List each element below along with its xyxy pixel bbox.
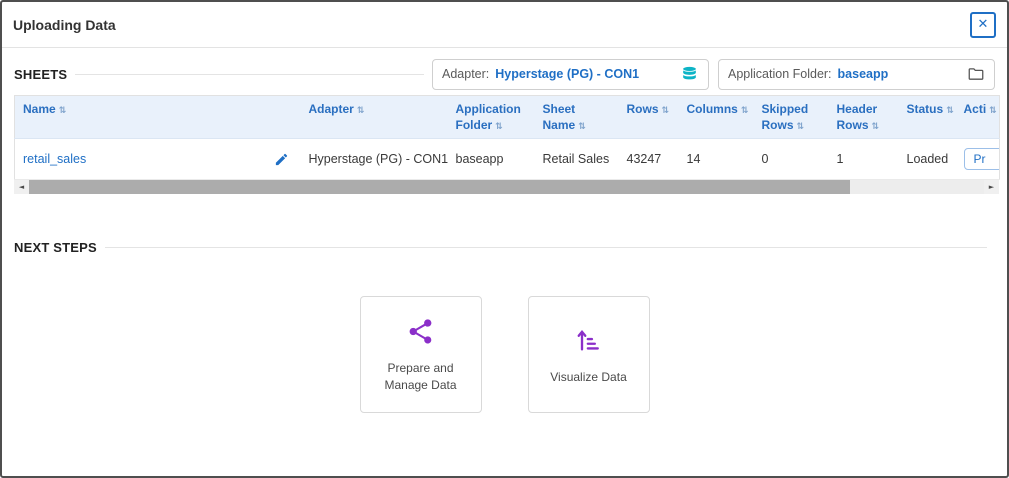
sort-icon[interactable]: ⇅ (662, 106, 670, 116)
sort-icon[interactable]: ⇅ (357, 106, 365, 116)
column-header-name[interactable]: Name⇅ (15, 96, 301, 139)
column-header-status[interactable]: Status⇅ (899, 96, 956, 139)
next-steps-section-header: NEXT STEPS (14, 240, 995, 255)
adapter-picker-label: Adapter: (442, 67, 489, 81)
close-button[interactable]: ✕ (970, 12, 996, 38)
sheets-section-label: SHEETS (14, 67, 67, 82)
cell-sheet-name: Retail Sales (535, 139, 619, 180)
scrollbar-thumb[interactable] (29, 180, 850, 194)
cell-application-folder: baseapp (448, 139, 535, 180)
sort-icon[interactable]: ⇅ (495, 122, 503, 132)
cell-rows: 43247 (619, 139, 679, 180)
sheets-section-header: SHEETS Adapter: Hyperstage (PG) - CON1 A… (14, 58, 995, 90)
column-header-columns[interactable]: Columns⇅ (679, 96, 754, 139)
column-header-adapter[interactable]: Adapter⇅ (301, 96, 448, 139)
dialog-title: Uploading Data (13, 17, 116, 33)
next-steps-cards: Prepare and Manage Data Visualize Data (14, 296, 995, 413)
sheets-table: Name⇅ Adapter⇅ Application Folder⇅ Sheet… (14, 95, 1000, 180)
column-header-skipped-rows[interactable]: Skipped Rows⇅ (754, 96, 829, 139)
cell-name: retail_sales (15, 139, 301, 180)
cell-skipped-rows: 0 (754, 139, 829, 180)
card-label: Visualize Data (550, 369, 627, 386)
card-label: Prepare and Manage Data (367, 360, 475, 394)
application-folder-value: baseapp (838, 67, 889, 81)
adapter-picker-value: Hyperstage (PG) - CON1 (495, 67, 639, 81)
sort-icon[interactable]: ⇅ (946, 106, 954, 116)
edit-icon[interactable] (274, 152, 289, 167)
bar-chart-arrow-icon (575, 324, 603, 356)
folder-icon (967, 65, 985, 83)
sort-icon[interactable]: ⇅ (578, 122, 586, 132)
section-divider (75, 74, 424, 75)
column-header-actions[interactable]: Acti⇅ (956, 96, 1000, 139)
column-header-header-rows[interactable]: Header Rows⇅ (829, 96, 899, 139)
uploading-data-dialog: Uploading Data ✕ SHEETS Adapter: Hyperst… (0, 0, 1009, 478)
next-steps-section-label: NEXT STEPS (14, 240, 97, 255)
dialog-titlebar: Uploading Data ✕ (2, 2, 1007, 48)
cell-adapter: Hyperstage (PG) - CON1 (301, 139, 448, 180)
sheet-name-link[interactable]: retail_sales (23, 152, 86, 166)
cell-status: Loaded (899, 139, 956, 180)
column-header-sheet-name[interactable]: Sheet Name⇅ (535, 96, 619, 139)
horizontal-scrollbar[interactable]: ◄ ► (14, 180, 999, 194)
sort-icon[interactable]: ⇅ (872, 122, 880, 132)
column-header-application-folder[interactable]: Application Folder⇅ (448, 96, 535, 139)
sort-icon[interactable]: ⇅ (59, 106, 67, 116)
sort-icon[interactable]: ⇅ (741, 106, 749, 116)
database-icon (680, 65, 699, 84)
adapter-picker[interactable]: Adapter: Hyperstage (PG) - CON1 (432, 59, 709, 90)
sort-icon[interactable]: ⇅ (989, 106, 997, 116)
table-header-row: Name⇅ Adapter⇅ Application Folder⇅ Sheet… (15, 96, 1000, 139)
application-folder-picker[interactable]: Application Folder: baseapp (718, 59, 995, 90)
column-header-rows[interactable]: Rows⇅ (619, 96, 679, 139)
table-row: retail_sales Hyperstage (PG) - CON1 base… (15, 139, 1000, 180)
cell-actions: Pr (956, 139, 1000, 180)
application-folder-label: Application Folder: (728, 67, 832, 81)
prepare-and-manage-data-card[interactable]: Prepare and Manage Data (360, 296, 482, 413)
scroll-right-icon[interactable]: ► (984, 180, 999, 194)
scrollbar-track[interactable] (29, 180, 984, 194)
cell-header-rows: 1 (829, 139, 899, 180)
scroll-left-icon[interactable]: ◄ (14, 180, 29, 194)
section-divider (105, 247, 987, 248)
row-action-button[interactable]: Pr (964, 148, 1000, 170)
share-icon (406, 315, 435, 347)
dialog-content: SHEETS Adapter: Hyperstage (PG) - CON1 A… (2, 58, 1007, 413)
visualize-data-card[interactable]: Visualize Data (528, 296, 650, 413)
sort-icon[interactable]: ⇅ (797, 122, 805, 132)
cell-columns: 14 (679, 139, 754, 180)
